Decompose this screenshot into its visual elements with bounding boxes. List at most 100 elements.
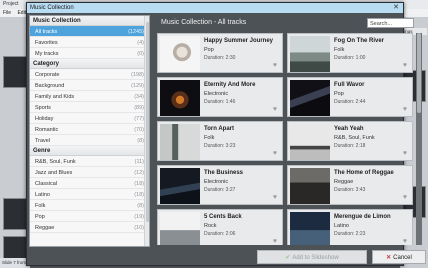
left-scrollbar[interactable] — [144, 16, 149, 246]
track-card[interactable]: Happy Summer Journey Pop Duration: 2:30 ♥ — [157, 33, 283, 73]
track-thumbnail — [290, 124, 330, 160]
genre-item-count: (10) — [134, 225, 144, 231]
heart-icon[interactable]: ♥ — [403, 194, 407, 201]
genre-item[interactable]: Folk (8) — [30, 200, 149, 211]
heart-icon[interactable]: ♥ — [403, 106, 407, 113]
heart-icon[interactable]: ♥ — [403, 150, 407, 157]
category-item[interactable]: Romantic (70) — [30, 124, 149, 135]
category-item-count: (8) — [137, 138, 144, 144]
genre-item[interactable]: Classical (18) — [30, 178, 149, 189]
heart-icon[interactable]: ♥ — [273, 194, 277, 201]
track-duration: Duration: 2:30 — [204, 55, 236, 61]
track-card[interactable]: 5 Cents Back Rock Duration: 2:06 ♥ — [157, 209, 283, 245]
dialog-title: Music Collection — [30, 5, 74, 11]
track-title: Happy Summer Journey — [204, 38, 274, 44]
track-title: Torn Apart — [204, 126, 234, 132]
genre-item-label: Pop — [35, 214, 45, 220]
category-item-count: (129) — [131, 83, 144, 89]
genre-item-count: (12) — [134, 170, 144, 176]
category-item[interactable]: Background (129) — [30, 80, 149, 91]
track-card[interactable]: Merengue de Limon Latino Duration: 2:23 ♥ — [287, 209, 413, 245]
genre-item[interactable]: Latino (18) — [30, 189, 149, 200]
collection-item[interactable]: My tracks (0) — [30, 48, 149, 59]
track-thumbnail — [160, 212, 200, 245]
track-duration: Duration: 3:23 — [204, 143, 236, 149]
collection-item[interactable]: All tracks (1245) — [30, 26, 149, 37]
category-item-label: Travel — [35, 138, 51, 144]
category-item-count: (198) — [131, 72, 144, 78]
category-item[interactable]: Family and Kids (34) — [30, 91, 149, 102]
menu-edit[interactable]: Edit — [17, 10, 26, 16]
dialog-titlebar: Music Collection ✕ — [27, 3, 403, 13]
genre-item-label: Classical — [35, 181, 58, 187]
heart-icon[interactable]: ♥ — [273, 62, 277, 69]
background-slide-thumb[interactable] — [3, 198, 27, 230]
track-card[interactable]: Fog On The River Folk Duration: 1:00 ♥ — [287, 33, 413, 73]
search-input[interactable]: Search... — [367, 18, 414, 28]
track-card[interactable]: Torn Apart Folk Duration: 3:23 ♥ — [157, 121, 283, 161]
track-card[interactable]: The Business Electronic Duration: 3:27 ♥ — [157, 165, 283, 205]
category-item-count: (34) — [134, 94, 144, 100]
track-title: The Home of Reggae — [334, 170, 394, 176]
category-item-label: Sports — [35, 105, 51, 111]
track-genre: Pop — [204, 47, 214, 53]
category-item[interactable]: Sports (89) — [30, 102, 149, 113]
background-slide-thumb[interactable] — [3, 56, 27, 88]
category-item-count: (89) — [134, 105, 144, 111]
cancel-button[interactable]: ✕ Cancel — [372, 250, 426, 264]
genre-item[interactable]: Jazz and Blues (12) — [30, 167, 149, 178]
track-card[interactable]: The Home of Reggae Reggae Duration: 3:43 ♥ — [287, 165, 413, 205]
genre-item-label: Latino — [35, 192, 50, 198]
tracks-scrollbar[interactable] — [416, 33, 422, 245]
track-genre: Electronic — [204, 179, 229, 185]
track-duration: Duration: 3:43 — [334, 187, 366, 193]
collection-item-count: (0) — [137, 51, 144, 57]
genre-item-label: Jazz and Blues — [35, 170, 73, 176]
track-genre: Pop — [334, 91, 344, 97]
add-to-slideshow-button[interactable]: ✔ Add to Slideshow — [257, 250, 367, 264]
main-header: Music Collection - All tracks Search... — [153, 15, 415, 31]
music-collection-dialog: Music Collection ✕ Music Collection All … — [26, 2, 426, 266]
track-genre: Folk — [204, 135, 215, 141]
close-icon[interactable]: ✕ — [392, 4, 400, 12]
track-title: Merengue de Limon — [334, 214, 391, 220]
category-item-label: Background — [35, 83, 65, 89]
track-card[interactable]: Full Wavor Pop Duration: 2:44 ♥ — [287, 77, 413, 117]
track-duration: Duration: 3:27 — [204, 187, 236, 193]
genre-item-count: (8) — [137, 203, 144, 209]
heart-icon[interactable]: ♥ — [273, 150, 277, 157]
track-card[interactable]: Eternity And More Electronic Duration: 1:4… — [157, 77, 283, 117]
menu-file[interactable]: File — [3, 10, 11, 16]
category-item[interactable]: Holiday (77) — [30, 113, 149, 124]
collection-item-label: Favorites — [35, 40, 58, 46]
track-duration: Duration: 2:06 — [204, 231, 236, 237]
category-item-label: Romantic — [35, 127, 59, 133]
heart-icon[interactable]: ♥ — [403, 62, 407, 69]
genre-item-count: (18) — [134, 192, 144, 198]
track-genre: Rock — [204, 223, 217, 229]
add-to-slideshow-label: Add to Slideshow — [292, 255, 339, 261]
track-title: 5 Cents Back — [204, 214, 242, 220]
track-duration: Duration: 2:23 — [334, 231, 366, 237]
heart-icon[interactable]: ♥ — [403, 238, 407, 245]
track-card[interactable]: Yeah Yeah R&B, Soul, Funk Duration: 2:18 ♥ — [287, 121, 413, 161]
track-title: Full Wavor — [334, 82, 365, 88]
category-item[interactable]: Corporate (198) — [30, 69, 149, 80]
genre-item-count: (18) — [134, 181, 144, 187]
category-item[interactable]: Travel (8) — [30, 135, 149, 146]
category-item-label: Family and Kids — [35, 94, 75, 100]
genre-item[interactable]: Pop (19) — [30, 211, 149, 222]
category-item-label: Holiday — [35, 116, 54, 122]
collection-item[interactable]: Favorites (4) — [30, 37, 149, 48]
heart-icon[interactable]: ♥ — [273, 106, 277, 113]
genre-item[interactable]: Reggae (10) — [30, 222, 149, 233]
track-thumbnail — [290, 168, 330, 204]
track-genre: R&B, Soul, Funk — [334, 135, 375, 141]
heart-icon[interactable]: ♥ — [273, 238, 277, 245]
genre-item[interactable]: R&B, Soul, Funk (11) — [30, 156, 149, 167]
tracks-scrollbar-thumb[interactable] — [417, 33, 421, 113]
genre-item-count: (11) — [134, 159, 144, 165]
track-thumbnail — [290, 212, 330, 245]
left-scrollbar-thumb[interactable] — [146, 22, 149, 222]
track-thumbnail — [160, 80, 200, 116]
